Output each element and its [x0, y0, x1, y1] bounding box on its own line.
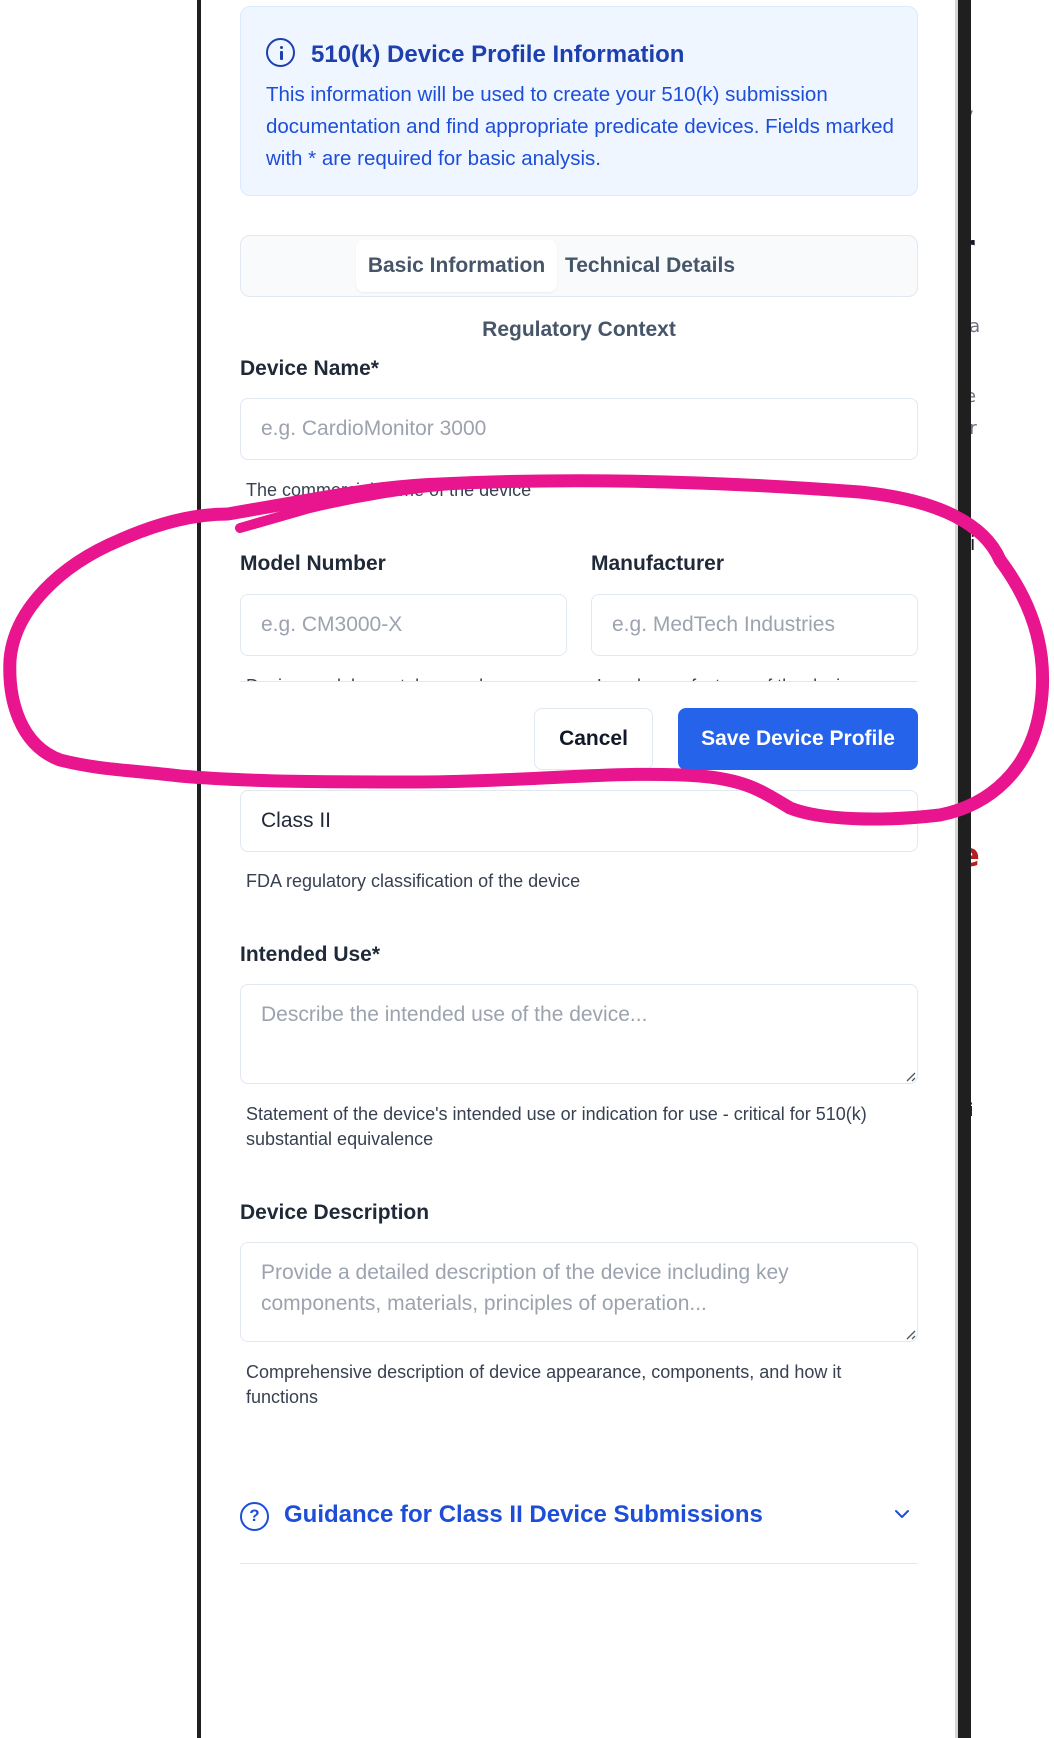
help-circle-icon: ?	[240, 1502, 269, 1531]
model-number-input[interactable]	[240, 594, 567, 656]
device-description-help: Comprehensive description of device appe…	[246, 1362, 842, 1407]
modal-footer: Cancel Save Device Profile	[201, 681, 955, 783]
info-text: This information will be used to create …	[266, 83, 894, 170]
info-callout: 510(k) Device Profile Information This i…	[240, 6, 918, 196]
resize-grip-icon[interactable]	[904, 1328, 916, 1340]
device-name-help: The commercial name of the device	[246, 480, 532, 500]
cancel-button[interactable]: Cancel	[534, 708, 653, 770]
save-device-profile-button[interactable]: Save Device Profile	[678, 708, 918, 770]
device-name-label: Device Name*	[240, 357, 379, 380]
guidance-accordion[interactable]: ? Guidance for Class II Device Submissio…	[240, 1495, 918, 1565]
device-profile-modal: 510(k) Device Profile Information This i…	[201, 0, 955, 1738]
chevron-down-icon	[878, 816, 892, 824]
device-class-value: Class II	[261, 809, 332, 832]
tab-regulatory-context[interactable]: Regulatory Context	[240, 318, 918, 342]
background-page: V r ea re ur vi e r s vi	[958, 0, 1054, 1738]
tab-basic-information[interactable]: Basic Information	[356, 240, 557, 292]
chevron-down-icon	[895, 1510, 909, 1518]
device-description-textarea[interactable]	[240, 1242, 918, 1342]
footer-divider	[240, 681, 918, 682]
guidance-title: Guidance for Class II Device Submissions	[284, 1501, 763, 1528]
resize-grip-icon[interactable]	[904, 1070, 916, 1082]
intended-use-textarea[interactable]	[240, 984, 918, 1084]
model-number-label: Model Number	[240, 552, 386, 575]
device-description-label: Device Description	[240, 1201, 430, 1224]
manufacturer-input[interactable]	[591, 594, 918, 656]
intended-use-help: Statement of the device's intended use o…	[246, 1104, 867, 1149]
tab-technical-details[interactable]: Technical Details	[557, 240, 743, 292]
guidance-divider	[240, 1563, 918, 1564]
info-icon	[266, 38, 295, 67]
intended-use-label: Intended Use*	[240, 943, 381, 966]
tab-list: Basic Information Technical Details	[240, 235, 918, 297]
device-class-select[interactable]: Class II	[240, 790, 918, 852]
device-class-help: FDA regulatory classification of the dev…	[246, 871, 581, 891]
frame-right-border	[958, 0, 971, 1738]
device-name-input[interactable]	[240, 398, 918, 460]
manufacturer-label: Manufacturer	[591, 552, 725, 575]
info-title: 510(k) Device Profile Information	[311, 41, 685, 68]
